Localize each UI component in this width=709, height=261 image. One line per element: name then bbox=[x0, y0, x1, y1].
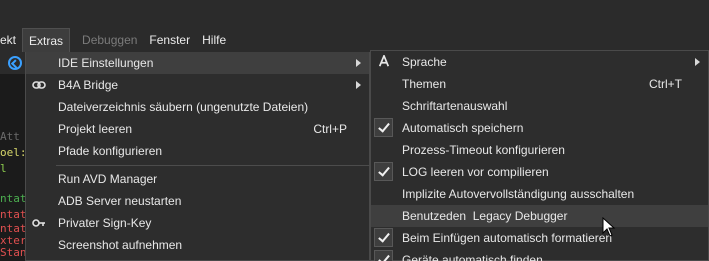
code-line: oel: bbox=[0, 146, 27, 159]
menu-item-label: Implizite Autovervollständigung ausschal… bbox=[402, 187, 635, 201]
menu-bar: ekt Extras Debuggen Fenster Hilfe bbox=[0, 28, 709, 52]
menu-item-label: Dateiverzeichnis säubern (ungenutzte Dat… bbox=[58, 100, 309, 114]
code-line: ntat bbox=[0, 192, 27, 205]
code-line: Stan bbox=[0, 246, 27, 259]
menu-separator bbox=[56, 165, 370, 166]
submenu-arrow-icon bbox=[356, 81, 361, 89]
menu-item-label: Schriftartenauswahl bbox=[402, 99, 508, 113]
menu-item-label: Benutzeden Legacy Debugger bbox=[402, 209, 568, 223]
menu-item-label: Projekt leeren bbox=[58, 122, 133, 136]
menu-item-label: ADB Server neustarten bbox=[58, 194, 182, 208]
menu-projekt[interactable]: ekt bbox=[0, 28, 22, 52]
checkmark-icon bbox=[374, 162, 393, 181]
menu-item-label: Beim Einfügen automatisch formatieren bbox=[402, 231, 613, 245]
checkmark-icon bbox=[374, 228, 393, 247]
menu-item-prozess-timeout[interactable]: Prozess-Timeout konfigurieren bbox=[371, 139, 708, 161]
menu-fenster[interactable]: Fenster bbox=[143, 28, 196, 52]
code-line: ntat bbox=[0, 208, 27, 221]
shortcut-label: Ctrl+P bbox=[313, 122, 347, 136]
menu-item-label: Run AVD Manager bbox=[58, 172, 158, 186]
link-icon bbox=[32, 81, 46, 89]
menu-item-automatisch-formatieren[interactable]: Beim Einfügen automatisch formatieren bbox=[371, 227, 708, 249]
menu-item-dateiverzeichnis-saeubern[interactable]: Dateiverzeichnis säubern (ungenutzte Dat… bbox=[26, 96, 369, 118]
menu-item-label: LOG leeren vor compilieren bbox=[402, 165, 549, 179]
menu-debuggen[interactable]: Debuggen bbox=[76, 28, 143, 52]
menu-item-screenshot-aufnehmen[interactable]: Screenshot aufnehmen bbox=[26, 234, 369, 256]
menu-item-privater-sign-key[interactable]: Privater Sign-Key bbox=[26, 212, 369, 234]
menu-item-label: IDE Einstellungen bbox=[58, 56, 154, 70]
menu-item-b4a-bridge[interactable]: B4A Bridge bbox=[26, 74, 369, 96]
menu-item-label: Pfade konfigurieren bbox=[58, 144, 163, 158]
submenu-arrow-icon bbox=[356, 59, 361, 67]
font-icon bbox=[378, 55, 390, 67]
menu-item-label: Themen bbox=[402, 77, 447, 91]
menu-item-legacy-debugger[interactable]: Benutzeden Legacy Debugger bbox=[371, 205, 708, 227]
back-icon[interactable] bbox=[8, 56, 22, 70]
code-line: l bbox=[0, 162, 7, 175]
menu-item-automatisch-speichern[interactable]: Automatisch speichern bbox=[371, 117, 708, 139]
menu-item-label: Automatisch speichern bbox=[402, 121, 524, 135]
ide-settings-submenu: Sprache Themen Ctrl+T Schriftartenauswah… bbox=[370, 50, 709, 261]
menu-item-implizite-autovervollstaendigung[interactable]: Implizite Autovervollständigung ausschal… bbox=[371, 183, 708, 205]
menu-item-label: B4A Bridge bbox=[58, 78, 119, 92]
key-icon bbox=[32, 219, 45, 227]
mouse-pointer-icon bbox=[602, 217, 616, 237]
menu-item-sprache[interactable]: Sprache bbox=[371, 51, 708, 73]
menu-item-projekt-leeren[interactable]: Projekt leeren Ctrl+P bbox=[26, 118, 369, 140]
menu-item-label: Prozess-Timeout konfigurieren bbox=[402, 143, 565, 157]
menu-item-geraete-finden[interactable]: Geräte automatisch finden bbox=[371, 249, 708, 261]
menu-item-pfade-konfigurieren[interactable]: Pfade konfigurieren bbox=[26, 140, 369, 162]
shortcut-label: Ctrl+T bbox=[649, 77, 682, 91]
title-strip bbox=[0, 0, 709, 28]
menu-item-ide-einstellungen[interactable]: IDE Einstellungen bbox=[26, 52, 369, 74]
menu-item-run-avd-manager[interactable]: Run AVD Manager bbox=[26, 168, 369, 190]
menu-item-log-leeren[interactable]: LOG leeren vor compilieren bbox=[371, 161, 708, 183]
menu-hilfe[interactable]: Hilfe bbox=[196, 28, 232, 52]
code-line: Att bbox=[0, 130, 20, 143]
menu-extras[interactable]: Extras bbox=[22, 28, 71, 52]
menu-item-schriftartenauswahl[interactable]: Schriftartenauswahl bbox=[371, 95, 708, 117]
menu-item-adb-server-neustarten[interactable]: ADB Server neustarten bbox=[26, 190, 369, 212]
submenu-arrow-icon bbox=[695, 58, 700, 66]
menu-item-label: Geräte automatisch finden bbox=[402, 253, 543, 261]
menu-item-themen[interactable]: Themen Ctrl+T bbox=[371, 73, 708, 95]
checkmark-icon bbox=[374, 118, 393, 137]
menu-item-label: Screenshot aufnehmen bbox=[58, 238, 183, 252]
checkmark-icon bbox=[374, 250, 393, 261]
extras-menu: IDE Einstellungen B4A Bridge Dateiverzei… bbox=[25, 52, 370, 261]
menu-item-label: Sprache bbox=[402, 55, 447, 69]
menu-item-label: Privater Sign-Key bbox=[58, 216, 152, 230]
